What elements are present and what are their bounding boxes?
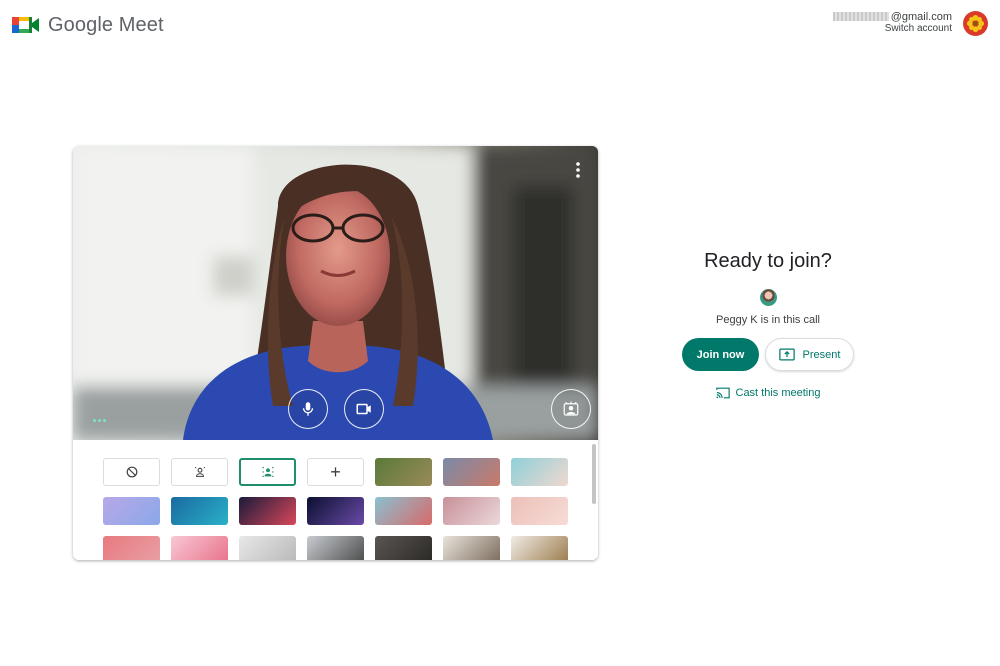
camera-toggle-button[interactable] bbox=[344, 389, 384, 429]
visual-effects-icon bbox=[563, 401, 579, 416]
account-email: @gmail.com bbox=[890, 11, 952, 23]
background-underwater[interactable] bbox=[171, 497, 228, 525]
background-dark-room[interactable] bbox=[375, 536, 432, 560]
add-background-button[interactable]: + bbox=[307, 458, 364, 486]
no-effect-option[interactable] bbox=[103, 458, 160, 486]
microphone-toggle-button[interactable] bbox=[288, 389, 328, 429]
background-grid: + bbox=[103, 458, 568, 560]
background-pink-pattern[interactable] bbox=[103, 536, 160, 560]
redacted-email bbox=[832, 12, 889, 21]
google-meet-logo[interactable]: Google Meet bbox=[12, 13, 164, 37]
flower-avatar-icon bbox=[966, 14, 985, 33]
meet-logo-icon bbox=[12, 13, 39, 33]
present-screen-icon bbox=[778, 348, 795, 361]
join-panel: Ready to join? Peggy K is in this call J… bbox=[660, 250, 876, 399]
more-options-button[interactable] bbox=[568, 160, 588, 180]
participants-status: Peggy K is in this call bbox=[716, 314, 820, 326]
slight-blur-option[interactable] bbox=[171, 458, 228, 486]
camera-preview bbox=[73, 146, 598, 440]
cast-label: Cast this meeting bbox=[735, 387, 821, 399]
video-preview-card: + bbox=[73, 146, 598, 560]
present-button[interactable]: Present bbox=[765, 338, 854, 371]
no-effect-icon bbox=[126, 466, 137, 478]
background-bookshelf[interactable] bbox=[511, 536, 568, 560]
background-cherry-blossom[interactable] bbox=[171, 536, 228, 560]
self-view-video bbox=[73, 146, 598, 440]
visual-effects-button[interactable] bbox=[551, 389, 591, 429]
present-label: Present bbox=[802, 348, 841, 361]
blur-icon bbox=[261, 466, 274, 478]
background-beach[interactable] bbox=[511, 458, 568, 486]
cast-meeting-link[interactable]: Cast this meeting bbox=[660, 387, 876, 399]
join-now-button[interactable]: Join now bbox=[682, 338, 759, 371]
background-sunset-sky[interactable] bbox=[443, 458, 500, 486]
ready-to-join-title: Ready to join? bbox=[704, 250, 832, 272]
audio-level-indicator bbox=[93, 419, 106, 422]
background-bright-room[interactable] bbox=[239, 536, 296, 560]
mic-icon bbox=[302, 402, 314, 416]
join-actions: Join now Present bbox=[660, 338, 876, 371]
background-flowers[interactable] bbox=[375, 497, 432, 525]
account-info[interactable]: @gmail.com Switch account bbox=[832, 11, 952, 35]
app-name: Google Meet bbox=[48, 13, 164, 36]
camera-icon bbox=[356, 403, 371, 415]
background-picker: + bbox=[73, 440, 598, 560]
background-office[interactable] bbox=[307, 536, 364, 560]
cast-icon bbox=[715, 387, 730, 399]
switch-account-link[interactable]: Switch account bbox=[833, 23, 952, 35]
background-garden-path[interactable] bbox=[375, 458, 432, 486]
background-shelves[interactable] bbox=[443, 536, 500, 560]
slight-blur-icon bbox=[194, 467, 205, 477]
background-petals[interactable] bbox=[443, 497, 500, 525]
background-scrollbar[interactable] bbox=[592, 444, 596, 504]
join-now-label: Join now bbox=[696, 348, 745, 361]
blur-option[interactable] bbox=[239, 458, 296, 486]
plus-icon: + bbox=[330, 462, 341, 482]
participant-avatar bbox=[759, 289, 777, 306]
background-nebula[interactable] bbox=[239, 497, 296, 525]
background-pink-sparkle[interactable] bbox=[511, 497, 568, 525]
background-fireworks[interactable] bbox=[307, 497, 364, 525]
background-purple-clouds[interactable] bbox=[103, 497, 160, 525]
account-avatar[interactable] bbox=[963, 11, 988, 36]
more-vert-icon bbox=[576, 162, 580, 178]
